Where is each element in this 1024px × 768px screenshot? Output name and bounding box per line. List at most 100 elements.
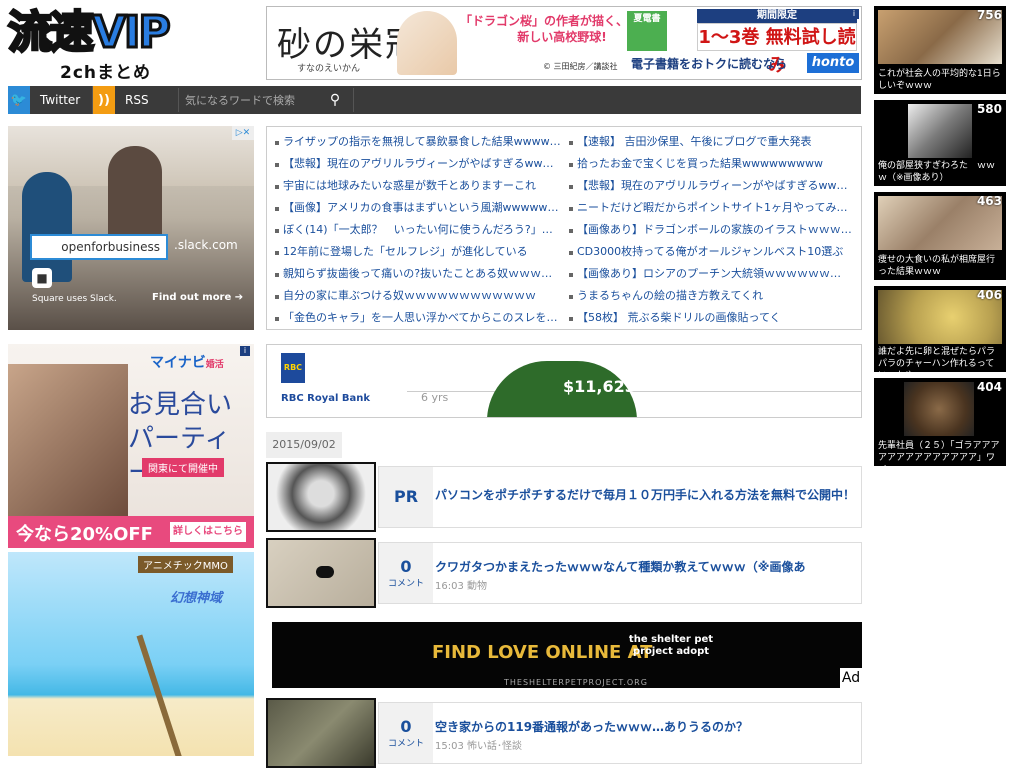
adchoices-icon[interactable]: ▷✕ bbox=[232, 126, 254, 140]
headline-link[interactable]: 【悲報】現在のアヴリルラヴィーンがやばすぎるww… bbox=[273, 153, 563, 175]
article-entry[interactable]: 0 コメント クワガタつかまえたったｗｗｗなんて種類か教えてｗｗｗ（※画像あ 16… bbox=[266, 538, 862, 608]
twitter-label: Twitter bbox=[40, 93, 81, 107]
amount-label: $11,623 bbox=[563, 377, 636, 396]
headline-link[interactable]: 【悲報】現在のアヴリルラヴィーンがやばすぎるww… bbox=[567, 175, 857, 197]
find-out-more-link[interactable]: Find out more ➔ bbox=[152, 292, 243, 303]
shelter-pet-ad[interactable]: FIND LOVE ONLINE AT the shelter pet proj… bbox=[272, 622, 862, 688]
years-label: 6 yrs bbox=[421, 391, 449, 404]
headline-column-right: 【速報】 吉田沙保里、午後にブログで重大発表 拾ったお金で宝くじを買った結果ww… bbox=[567, 131, 857, 329]
ad-label: Ad bbox=[840, 668, 862, 688]
entry-card[interactable]: 0 コメント 空き家からの119番通報があったｗｗｗ…ありうるのか？ 15:03 … bbox=[378, 702, 862, 764]
entry-thumbnail[interactable] bbox=[266, 462, 376, 532]
headline-link[interactable]: ぼく(14)「一太郎？ いったい何に使うんだろう?」俺… bbox=[273, 219, 563, 241]
rss-link[interactable]: )) RSS bbox=[92, 86, 178, 114]
headline-line1: お見合い bbox=[128, 390, 233, 420]
ranking-caption: 誰だよ先に卵と混ぜたらパラパラのチャーハン作れるっていったやｗ bbox=[878, 347, 996, 372]
twitter-link[interactable]: 🐦 Twitter bbox=[8, 86, 92, 114]
entry-card[interactable]: PR パソコンをポチポチするだけで毎月１０万円手に入れる方法を無料で公開中！ bbox=[378, 466, 862, 528]
headline-link[interactable]: 親知らず抜歯後って痛いの?抜いたことある奴ｗｗｗ… bbox=[273, 263, 563, 285]
find-out-more-label: Find out more bbox=[152, 292, 232, 303]
entry-thumbnail[interactable] bbox=[266, 698, 376, 768]
limited-period-label: 期間限定 bbox=[697, 9, 857, 23]
game-ad[interactable]: アニメチックMMO 幻想神域 bbox=[8, 552, 254, 756]
manga-character-image bbox=[397, 11, 457, 75]
slack-ad[interactable]: openforbusiness .slack.com ■ Square uses… bbox=[8, 126, 254, 330]
headline-link[interactable]: 自分の家に車ぶつける奴ｗｗｗｗｗｗｗｗｗｗｗｗ bbox=[273, 285, 563, 307]
logo-subtitle: 2chまとめ bbox=[60, 63, 152, 83]
headline-link[interactable]: 【速報】 吉田沙保里、午後にブログで重大発表 bbox=[567, 131, 857, 153]
ranking-count: 463 bbox=[976, 194, 1002, 208]
ranking-count: 404 bbox=[976, 380, 1002, 394]
headline-link[interactable]: 拾ったお金で宝くじを買った結果wwwwwwwww bbox=[567, 153, 857, 175]
headline-link[interactable]: 【画像】アメリカの食事はまずいという風潮wwwwwwww bbox=[273, 197, 563, 219]
ranking-caption: 先輩社員（２５）「ゴラアアアアアアアアアアアアアア」ワイ bbox=[878, 441, 1000, 466]
sidebar-ranking-item[interactable]: 580 俺の部屋狭すぎわろた ｗｗｗ（※画像あり） bbox=[874, 100, 1006, 186]
beetle-image bbox=[316, 566, 334, 578]
game-logo: 幻想神域 bbox=[169, 591, 222, 606]
entry-badge: 0 コメント bbox=[379, 703, 433, 763]
headline-column-left: ライザップの指示を無視して暴飲暴食した結果wwww… 【悲報】現在のアヴリルラヴ… bbox=[273, 131, 563, 329]
honto-logo: honto bbox=[807, 53, 859, 73]
comment-count: 0 bbox=[400, 717, 412, 736]
article-entry[interactable]: PR パソコンをポチポチするだけで毎月１０万円手に入れる方法を無料で公開中！ bbox=[266, 462, 862, 532]
sidebar-ranking-item[interactable]: 463 痩せの大食いの私が相席屋行った結果ｗｗｗ bbox=[874, 192, 1006, 280]
mynavi-brand: マイナビ bbox=[150, 355, 206, 371]
sidebar-ranking-item[interactable]: 756 これが社会人の平均的な1日らしいぞｗｗｗ bbox=[874, 6, 1006, 94]
entry-meta: 16:03 動物 bbox=[435, 581, 487, 592]
search-icon[interactable]: ⚲ bbox=[324, 90, 346, 110]
entry-meta: 15:03 怖い話･怪談 bbox=[435, 741, 522, 752]
headline-list: ライザップの指示を無視して暴飲暴食した結果wwww… 【悲報】現在のアヴリルラヴ… bbox=[266, 126, 862, 330]
top-banner-ad[interactable]: 砂の栄冠 すなのえいかん 「ドラゴン桜」の作者が描く、完璧に新しい高校野球! ©… bbox=[266, 6, 862, 80]
couple-photo bbox=[8, 364, 128, 524]
slack-domain: .slack.com bbox=[174, 238, 238, 252]
ad-info-icon[interactable]: i bbox=[240, 346, 250, 356]
square-logo-icon: ■ bbox=[32, 268, 52, 288]
square-text: Square uses Slack. bbox=[32, 294, 117, 304]
rbc-name: RBC Royal Bank bbox=[281, 393, 371, 404]
ranking-count: 580 bbox=[976, 102, 1002, 116]
headline-link[interactable]: 【画像あり】ロシアのプーチン大統領ｗｗｗｗｗｗ… bbox=[567, 263, 857, 285]
headline-link[interactable]: CD3000枚持ってる俺がオールジャンルベスト10選ぶ bbox=[567, 241, 857, 263]
palm-tree-image bbox=[136, 634, 186, 756]
sidebar-ranking-item[interactable]: 404 先輩社員（２５）「ゴラアアアアアアアアアアアアアア」ワイ bbox=[874, 378, 1006, 466]
headline-link[interactable]: ライザップの指示を無視して暴飲暴食した結果wwww… bbox=[273, 131, 563, 153]
article-entry[interactable]: 0 コメント 空き家からの119番通報があったｗｗｗ…ありうるのか？ 15:03 … bbox=[266, 698, 862, 768]
mynavi-ad[interactable]: マイナビ婚活 i お見合い パーティー 関東にて開催中 今なら20%OFF 詳しく… bbox=[8, 344, 254, 548]
entry-title[interactable]: クワガタつかまえたったｗｗｗなんて種類か教えてｗｗｗ（※画像あ bbox=[435, 559, 855, 575]
rss-label: RSS bbox=[125, 93, 149, 107]
rbc-ad[interactable]: RBC RBC Royal Bank 6 yrs $11,623 bbox=[266, 344, 862, 418]
site-logo[interactable]: 流速VIP 2chまとめ bbox=[7, 6, 208, 84]
region-badge: 関東にて開催中 bbox=[142, 458, 224, 477]
entry-card[interactable]: 0 コメント クワガタつかまえたったｗｗｗなんて種類か教えてｗｗｗ（※画像あ 16… bbox=[378, 542, 862, 604]
rss-icon: )) bbox=[93, 86, 115, 114]
entry-title[interactable]: パソコンをポチポチするだけで毎月１０万円手に入れる方法を無料で公開中！ bbox=[435, 487, 855, 503]
pet-ad-url: THESHELTERPETPROJECT.ORG bbox=[504, 678, 648, 687]
details-button[interactable]: 詳しくはこちら bbox=[170, 522, 246, 542]
sidebar-ranking-item[interactable]: 406 誰だよ先に卵と混ぜたらパラパラのチャーハン作れるっていったやｗ bbox=[874, 286, 1006, 372]
headline-link[interactable]: ニートだけど暇だからポイントサイト1ヶ月やってみた… bbox=[567, 197, 857, 219]
headline-link[interactable]: 「金色のキャラ」を一人思い浮かべてからこのスレを… bbox=[273, 307, 563, 329]
discount-text: 今なら20%OFF bbox=[16, 524, 153, 545]
comment-label: コメント bbox=[387, 739, 424, 749]
workspace-input: openforbusiness bbox=[30, 234, 168, 260]
entry-badge: PR bbox=[379, 467, 433, 527]
headline-link[interactable]: 【58枚】 荒ぶる柴ドリルの画像貼ってく bbox=[567, 307, 857, 329]
ad-bottom-text: 電子書籍をおトクに読むなら bbox=[631, 57, 788, 71]
ad-info-icon[interactable]: i bbox=[849, 9, 859, 19]
headline-link[interactable]: うまるちゃんの絵の描き方教えてくれ bbox=[567, 285, 857, 307]
headline-link[interactable]: 12年前に登場した「セルフレジ」が進化している bbox=[273, 241, 563, 263]
headline-link[interactable]: 宇宙には地球みたいな惑星が数千とありますーこれ bbox=[273, 175, 563, 197]
ranking-count: 406 bbox=[976, 288, 1002, 302]
comment-count: 0 bbox=[400, 557, 412, 576]
twitter-bird-icon: 🐦 bbox=[8, 86, 30, 114]
ad-ruby: すなのえいかん bbox=[297, 64, 361, 74]
free-trial-offer: 1～3巻 無料試し読み bbox=[697, 23, 857, 76]
badge-value: PR bbox=[393, 487, 419, 506]
ranking-caption: 俺の部屋狭すぎわろた ｗｗｗ（※画像あり） bbox=[878, 161, 996, 183]
pet-ad-brand: the shelter pet project adopt bbox=[628, 634, 714, 657]
headline-link[interactable]: 【画像あり】ドラゴンボールの家族のイラストｗｗｗ… bbox=[567, 219, 857, 241]
entry-thumbnail[interactable] bbox=[266, 538, 376, 608]
rbc-logo: RBC bbox=[281, 353, 305, 383]
entry-title[interactable]: 空き家からの119番通報があったｗｗｗ…ありうるのか？ bbox=[435, 719, 855, 735]
ranking-thumbnail bbox=[904, 382, 974, 436]
